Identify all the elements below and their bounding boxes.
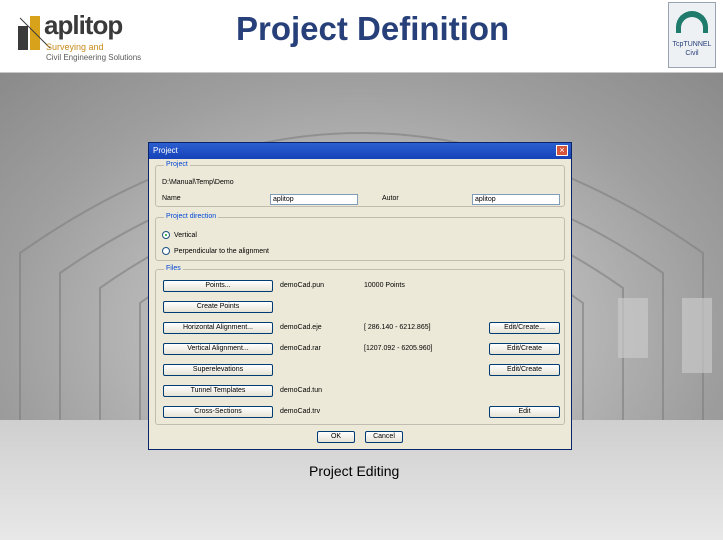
dialog-titlebar[interactable]: Project × [149,143,571,159]
project-group-label: Project [164,161,190,168]
project-path: D:\Manual\Temp\Demo [162,179,234,186]
product-name: TcpTUNNEL [672,41,712,48]
brand-word: aplitop [44,10,123,40]
author-label: Autor [382,195,399,202]
page-title: Project Definition [236,10,510,47]
slide-caption: Project Editing [309,463,400,479]
horizontal-alignment-file: demoCad.eje [280,324,322,331]
points-file: demoCad.pun [280,282,324,289]
cancel-button[interactable]: Cancel [365,431,403,443]
tunnel-templates-file: demoCad.tun [280,387,323,394]
aplitop-logo: aplitop Surveying and Civil Engineering … [14,8,149,64]
tcptunnel-logo: TcpTUNNEL Civil [668,2,716,68]
create-points-button[interactable]: Create Points [163,301,273,313]
horizontal-alignment-button[interactable]: Horizontal Alignment... [163,322,273,334]
close-icon[interactable]: × [556,145,568,156]
perpendicular-radio[interactable] [162,247,170,255]
ok-button[interactable]: OK [317,431,355,443]
vertical-radio[interactable] [162,231,170,239]
direction-group-label: Project direction [164,213,219,220]
author-field[interactable]: aplitop [472,194,560,205]
files-group-label: Files [164,265,183,272]
cross-sections-edit-button[interactable]: Edit [489,406,560,418]
tunnel-templates-button[interactable]: Tunnel Templates [163,385,273,397]
perpendicular-radio-label: Perpendicular to the alignment [174,248,269,255]
cross-sections-button[interactable]: Cross-Sections [163,406,273,418]
cross-sections-file: demoCad.trv [280,408,321,415]
dialog-title: Project [153,146,178,155]
tunnel-icon-inner [681,17,703,33]
points-info: 10000 Points [364,282,405,289]
horizontal-alignment-info: [ 286.140 - 6212.865] [364,324,431,331]
brand-subtitle-2: Civil Engineering Solutions [46,53,142,62]
superelevations-edit-button[interactable]: Edit/Create [489,364,560,376]
vertical-alignment-edit-button[interactable]: Edit/Create [489,343,560,355]
files-group: Files Points... demoCad.pun 10000 Points… [155,265,565,425]
vertical-alignment-info: [1207.092 - 6205.960] [364,345,433,352]
points-button[interactable]: Points... [163,280,273,292]
product-sub: Civil [685,50,699,57]
horizontal-alignment-edit-button[interactable]: Edit/Create... [489,322,560,334]
project-dialog: Project × Project D:\Manual\Temp\Demo Na… [148,142,572,450]
name-field[interactable]: aplitop [270,194,358,205]
slide-header: aplitop Surveying and Civil Engineering … [0,0,723,73]
project-group: Project D:\Manual\Temp\Demo Name aplitop… [155,161,565,207]
vertical-alignment-button[interactable]: Vertical Alignment... [163,343,273,355]
vertical-alignment-file: demoCad.rar [280,345,321,352]
direction-group: Project direction Vertical Perpendicular… [155,213,565,261]
name-label: Name [162,195,181,202]
vertical-radio-label: Vertical [174,232,197,239]
superelevations-button[interactable]: Superelevations [163,364,273,376]
brand-subtitle-1: Surveying and [46,42,104,52]
